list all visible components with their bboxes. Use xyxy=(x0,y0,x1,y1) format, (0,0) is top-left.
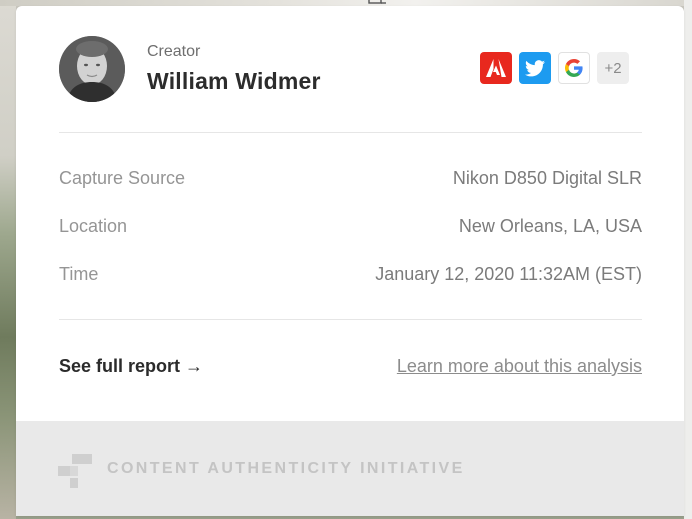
cai-logo-icon xyxy=(58,454,92,488)
background-right xyxy=(684,0,692,519)
detail-value: January 12, 2020 11:32AM (EST) xyxy=(375,264,642,284)
creator-label: Creator xyxy=(147,43,201,60)
more-accounts-badge[interactable]: +2 xyxy=(597,52,629,84)
twitter-icon[interactable] xyxy=(519,52,551,84)
detail-row-time: Time January 12, 2020 11:32AM (EST) xyxy=(59,264,642,290)
footer-brand-text: CONTENT AUTHENTICITY INITIATIVE xyxy=(107,460,465,477)
detail-value: New Orleans, LA, USA xyxy=(458,216,642,236)
section-divider xyxy=(59,132,642,133)
creator-name: William Widmer xyxy=(147,68,321,94)
footer: CONTENT AUTHENTICITY INITIATIVE xyxy=(16,421,684,516)
adobe-icon[interactable] xyxy=(480,52,512,84)
detail-value: Nikon D850 Digital SLR xyxy=(452,168,642,188)
learn-more-link[interactable]: Learn more about this analysis xyxy=(397,356,642,377)
see-full-report-link[interactable]: See full report → xyxy=(59,356,203,377)
detail-label: Capture Source xyxy=(59,168,186,188)
detail-row-location: Location New Orleans, LA, USA xyxy=(59,216,642,242)
background-photo-left xyxy=(0,0,16,519)
provenance-card: Creator William Widmer +2 Capture Source… xyxy=(16,6,684,516)
detail-label: Time xyxy=(59,264,99,284)
google-icon[interactable] xyxy=(558,52,590,84)
detail-row-capture-source: Capture Source Nikon D850 Digital SLR xyxy=(59,168,642,194)
detail-label: Location xyxy=(59,216,128,236)
social-accounts: +2 xyxy=(480,52,629,86)
creator-avatar xyxy=(59,36,125,102)
section-divider xyxy=(59,319,642,320)
